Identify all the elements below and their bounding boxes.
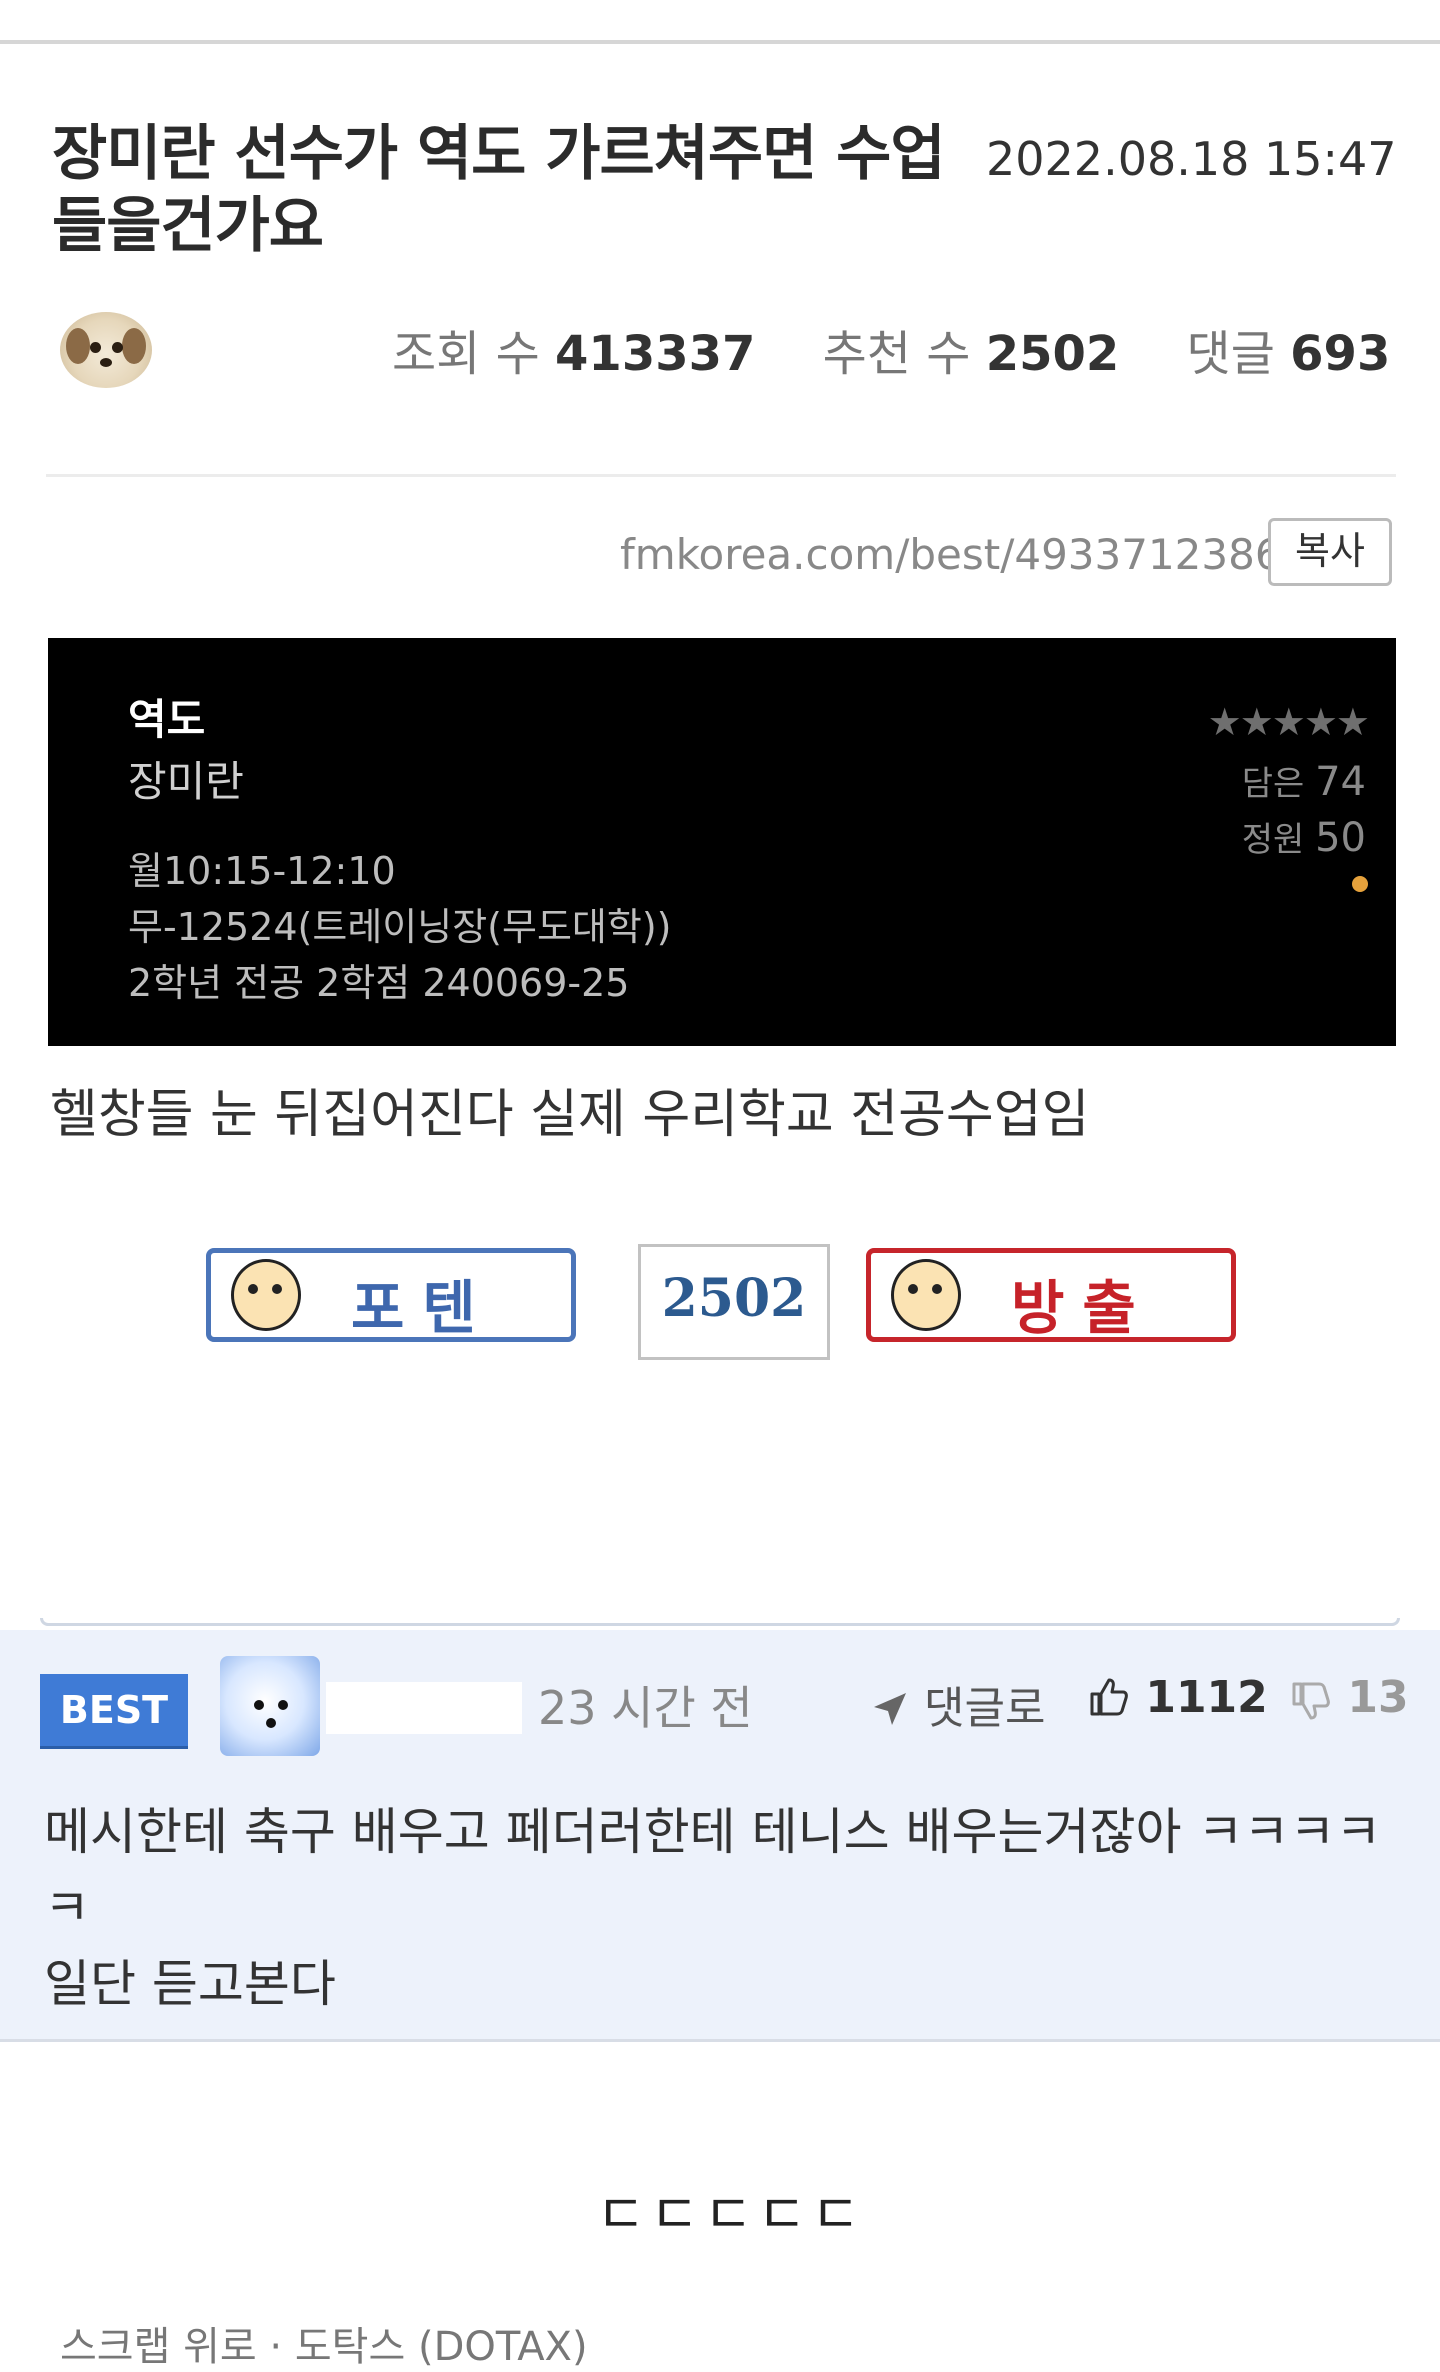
comments-count: 693 <box>1290 326 1391 382</box>
downvote-button[interactable]: 방출 <box>866 1248 1236 1342</box>
recommend-count: 2502 <box>985 326 1120 382</box>
views-label: 조회 수 <box>392 326 540 382</box>
saved-label: 담은 <box>1241 764 1305 804</box>
like-button[interactable]: 1112 <box>1086 1672 1268 1723</box>
capacity-value: 50 <box>1315 815 1366 861</box>
next-comment-text: ㄷㄷㄷㄷㄷ <box>596 2183 865 2246</box>
header-divider <box>46 474 1396 477</box>
capacity-count: 정원 50 <box>1242 812 1366 861</box>
recommend-stat: 추천 수 2502 <box>823 314 1120 384</box>
best-badge: BEST <box>40 1674 188 1746</box>
reply-button[interactable]: 댓글로 <box>870 1672 1045 1736</box>
commenter-name-redacted <box>326 1682 522 1734</box>
capacity-label: 정원 <box>1241 820 1305 860</box>
author-avatar[interactable] <box>60 312 152 388</box>
comments-label: 댓글 <box>1186 326 1275 382</box>
thumbs-up-face-icon <box>231 1259 301 1331</box>
thumbs-down-face-icon <box>891 1259 961 1331</box>
post-bottom-divider <box>40 1618 1400 1626</box>
comment-text: 메시한테 축구 배우고 페더러한테 테니스 배우는거잖아 ㅋㅋㅋㅋㅋ 일단 듣고… <box>44 1794 1404 2022</box>
recommend-label: 추천 수 <box>822 326 971 382</box>
course-room: 무-12524(트레이닝장(무도대학)) <box>128 905 672 949</box>
course-info: 2학년 전공 2학점 240069-25 <box>128 961 630 1005</box>
thumbs-down-icon <box>1292 1682 1330 1720</box>
course-professor: 장미란 <box>128 757 244 806</box>
comments-stat: 댓글 693 <box>1187 314 1391 384</box>
downvote-label: 방출 <box>1011 1274 1154 1342</box>
course-time: 월10:15-12:10 <box>128 849 396 893</box>
rating-stars: ★★★★★ <box>1207 700 1370 744</box>
post-stats: 조회 수 413337 추천 수 2502 댓글 693 <box>392 314 1440 384</box>
post-title: 장미란 선수가 역도 가르쳐주면 수업 들을건가요 <box>52 119 946 261</box>
comment-time: 23 시간 전 <box>538 1681 753 1735</box>
thumbs-up-icon <box>1090 1678 1128 1716</box>
commenter-avatar-eye-right <box>278 1700 288 1710</box>
status-dot <box>1352 876 1368 892</box>
course-subject: 역도 <box>128 695 206 744</box>
commenter-avatar-eye-left <box>254 1700 264 1710</box>
post-date: 2022.08.18 15:47 <box>986 132 1397 186</box>
top-divider <box>0 40 1440 44</box>
avatar-ear-right <box>122 328 146 364</box>
like-count: 1112 <box>1145 1672 1268 1723</box>
course-card-image: 역도 장미란 월10:15-12:10 무-12524(트레이닝장(무도대학))… <box>48 638 1396 1046</box>
saved-value: 74 <box>1315 759 1366 805</box>
dislike-count: 13 <box>1347 1672 1409 1723</box>
avatar-ear-left <box>66 328 90 364</box>
vote-count: 2502 <box>638 1244 830 1360</box>
comment-line-2: 일단 듣고본다 <box>44 1955 336 2013</box>
avatar-nose <box>100 358 112 367</box>
avatar-eye-left <box>90 342 101 353</box>
dislike-button[interactable]: 13 <box>1288 1672 1409 1724</box>
footer-cut-text: 스크랩 위로 · 도탁스 (DOTAX) <box>60 2324 588 2370</box>
copy-url-button[interactable]: 복사 <box>1268 518 1392 586</box>
views-count: 413337 <box>555 326 756 382</box>
upvote-button[interactable]: 포텐 <box>206 1248 576 1342</box>
upvote-label: 포텐 <box>351 1274 494 1342</box>
comment-line-1: 메시한테 축구 배우고 페더러한테 테니스 배우는거잖아 ㅋㅋㅋㅋㅋ <box>44 1803 1382 1937</box>
avatar-eye-right <box>112 342 123 353</box>
post-body-text: 헬창들 눈 뒤집어진다 실제 우리학교 전공수업임 <box>50 1085 1090 1145</box>
reply-label: 댓글로 <box>924 1683 1046 1734</box>
views-stat: 조회 수 413337 <box>392 314 755 384</box>
commenter-avatar[interactable] <box>220 1656 320 1756</box>
post-url[interactable]: fmkorea.com/best/4933712386 <box>620 530 1282 579</box>
send-arrow-icon <box>874 1693 906 1725</box>
commenter-avatar-nose <box>266 1718 276 1728</box>
saved-count: 담은 74 <box>1242 756 1366 805</box>
best-comment: BEST 23 시간 전 댓글로 1112 13 메시한테 축구 배우고 페더러… <box>0 1630 1440 2042</box>
